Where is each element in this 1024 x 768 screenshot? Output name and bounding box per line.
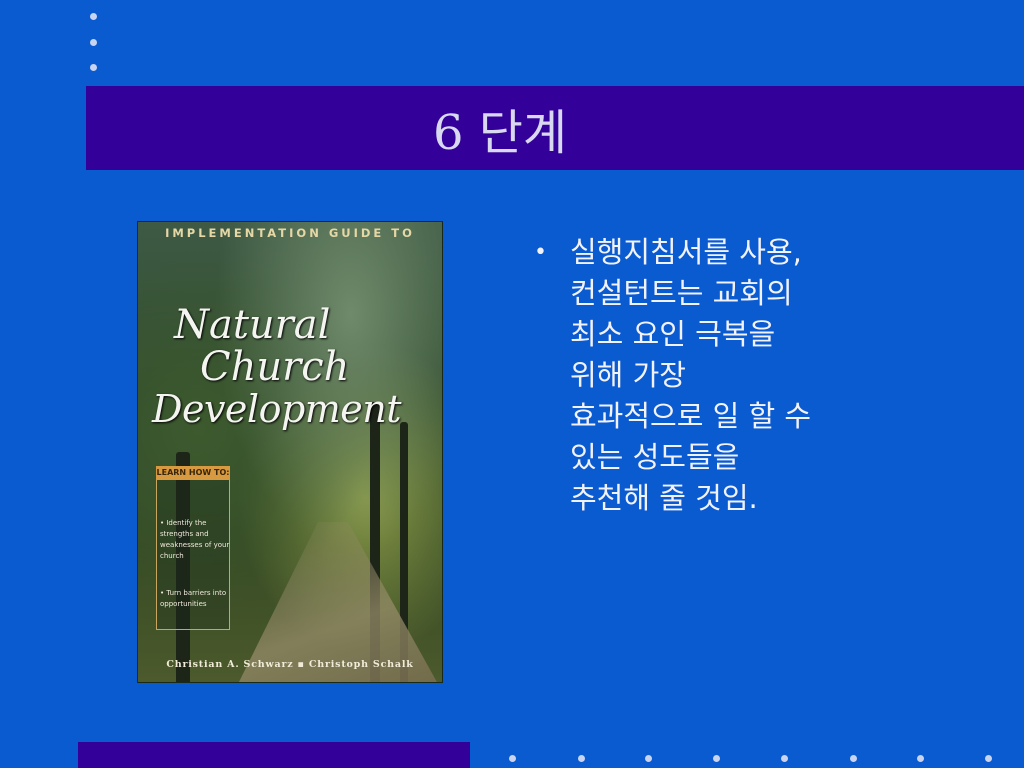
decor-dot (917, 755, 924, 762)
decor-dot (90, 39, 97, 46)
decor-dot (781, 755, 788, 762)
learn-item: • Identify the strengths and weaknesses … (160, 519, 230, 560)
decor-dot (578, 755, 585, 762)
decor-dot (509, 755, 516, 762)
learn-label: LEARN HOW TO: (156, 466, 230, 480)
book-title: Natural Church Development (152, 304, 442, 430)
decor-dot (713, 755, 720, 762)
book-title-line: Natural (174, 302, 331, 348)
decor-dot (645, 755, 652, 762)
decor-dot (985, 755, 992, 762)
decor-dot (90, 64, 97, 71)
bullet-marker: • (534, 240, 547, 265)
decor-dot (850, 755, 857, 762)
learn-item: • Turn barriers into opportunities (160, 589, 227, 608)
bullet-text: 실행지침서를 사용, 컨설턴트는 교회의 최소 요인 극복을 위해 가장 효과적… (570, 235, 812, 515)
book-authors: Christian A. Schwarz ▪ Christoph Schalk (166, 659, 414, 670)
bullet-list: • 실행지침서를 사용, 컨설턴트는 교회의 최소 요인 극복을 위해 가장 효… (530, 232, 950, 519)
slide: 6 단계 IMPLEMENTATION GUIDE TO Natural Chu… (0, 0, 1024, 768)
bottom-bar (78, 742, 470, 768)
bullet-item: • 실행지침서를 사용, 컨설턴트는 교회의 최소 요인 극복을 위해 가장 효… (530, 232, 950, 519)
slide-title: 6 단계 (432, 105, 568, 161)
decor-dot (90, 13, 97, 20)
book-title-line: Church (200, 344, 350, 390)
book-top-line: IMPLEMENTATION GUIDE TO (165, 226, 415, 240)
book-title-line: Development (152, 387, 402, 431)
book-cover-image: IMPLEMENTATION GUIDE TO Natural Church D… (137, 221, 443, 683)
